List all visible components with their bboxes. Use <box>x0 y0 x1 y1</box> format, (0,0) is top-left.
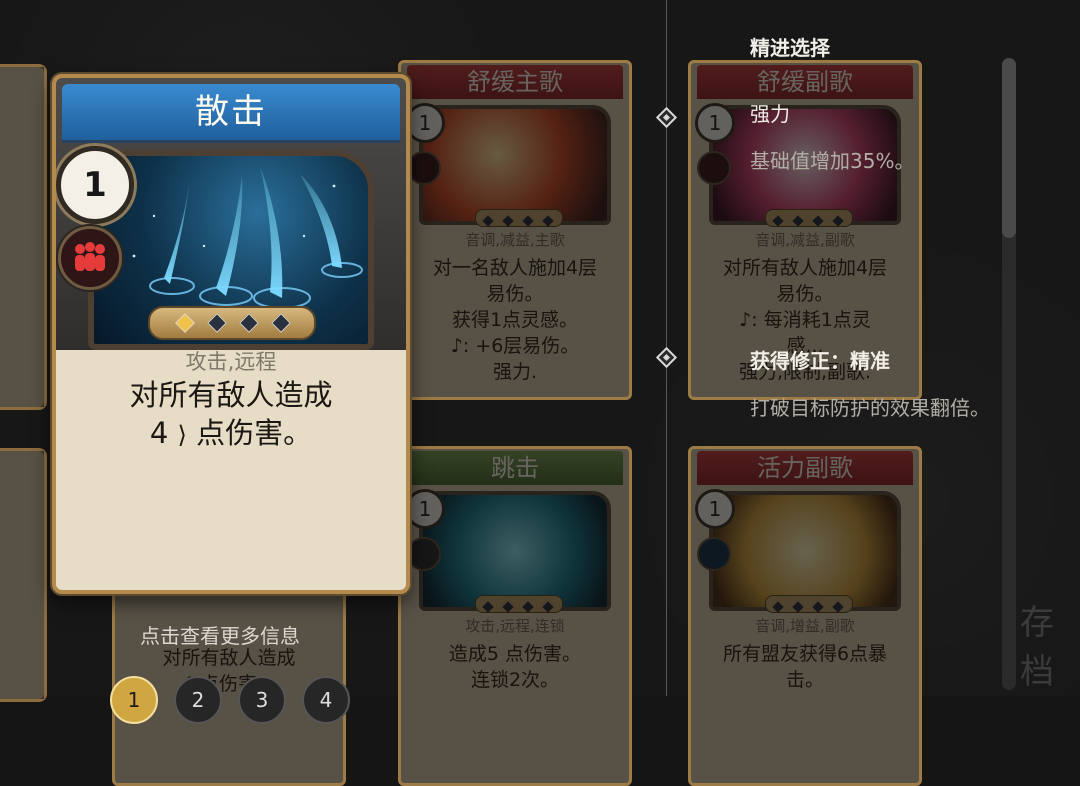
gem-icon <box>207 313 227 333</box>
gem-icon <box>522 215 534 227</box>
desc-line: 连锁2次。 <box>470 669 560 691</box>
card-cost: 1 <box>56 146 134 224</box>
card-gems <box>475 595 563 613</box>
upgrade-name: 强力 <box>750 102 790 126</box>
card-type: 音调,减益,主歌 <box>465 231 565 249</box>
card-art <box>419 491 611 611</box>
card-title: 舒缓主歌 <box>407 65 623 99</box>
multi-target-icon <box>407 537 441 571</box>
card-title: 跳击 <box>407 451 623 485</box>
desc-tail: 点伤害。 <box>196 416 313 450</box>
card-type: 音调,减益,副歌 <box>755 231 855 249</box>
upgrade-description: 基础值增加35%。 <box>750 149 915 173</box>
card-art <box>709 491 901 611</box>
card-cost: 1 <box>695 489 735 529</box>
all-enemies-target-icon <box>58 226 122 290</box>
gem-icon <box>482 601 494 613</box>
desc-line: 对所有敌人施加4层 <box>722 257 888 279</box>
gem-icon <box>239 313 259 333</box>
pager-item-4[interactable]: 4 <box>302 676 350 724</box>
card-title: 活力副歌 <box>697 451 913 485</box>
target-icon <box>407 151 441 185</box>
card-cost: 1 <box>695 103 735 143</box>
desc-line: 易伤。 <box>776 283 834 305</box>
desc-line: 对一名敌人施加4层 <box>432 257 598 279</box>
desc-line: 所有盟友获得6点暴 <box>722 643 888 665</box>
modifier-title: 获得修正：精准 <box>750 349 890 373</box>
card-description: 对一名敌人施加4层 易伤。 获得1点灵感。 ♪: +6层易伤。 强力. <box>411 255 619 385</box>
damage-value: 4 <box>149 416 169 450</box>
selected-card-scatter-shot[interactable]: 散击 1 攻击,远程 对所有敌人造成 4 ⟩ 点伤害。 <box>52 74 410 594</box>
desc-line: ♪: 每消耗1点灵 <box>739 309 871 331</box>
desc-line: 4 ⟩ 点伤害。 <box>86 414 376 454</box>
card-gems <box>765 595 853 613</box>
card-description: 所有盟友获得6点暴 击。 <box>701 641 909 693</box>
upgrade-gems <box>148 306 316 340</box>
pager-item-3[interactable]: 3 <box>238 676 286 724</box>
gem-icon <box>792 601 804 613</box>
dim-overlay <box>0 67 44 407</box>
card-art <box>419 105 611 225</box>
desc-line: 强力. <box>492 361 538 383</box>
hint-text: 点击查看更多信息 <box>140 624 300 648</box>
upgrade-pager: 1 2 3 4 <box>110 676 390 724</box>
card-title: 舒缓副歌 <box>697 65 913 99</box>
card-title: 散击 <box>62 84 400 143</box>
pager-item-1[interactable]: 1 <box>110 676 158 724</box>
target-icon <box>697 151 731 185</box>
gem-icon <box>772 601 784 613</box>
desc-line: 对所有敌人造成 <box>129 378 333 412</box>
gem-icon <box>542 215 554 227</box>
dim-overlay <box>0 451 44 699</box>
screen-title: 精进选择 <box>750 36 830 60</box>
card-gems <box>475 209 563 227</box>
gem-icon <box>812 601 824 613</box>
offscreen-card-left-bottom[interactable] <box>0 448 47 702</box>
gem-lit-icon <box>175 313 195 333</box>
card-description: 造成5 点伤害。 连锁2次。 <box>411 641 619 693</box>
gem-icon <box>792 215 804 227</box>
card-type: 攻击,远程,连锁 <box>465 617 565 635</box>
scrollbar[interactable] <box>1002 58 1016 690</box>
ally-icon <box>697 537 731 571</box>
desc-line: ♪: +6层易伤。 <box>450 335 580 357</box>
card-soothing-verse[interactable]: 舒缓主歌 1 音调,减益,主歌 对一名敌人施加4层 易伤。 获得1点灵感。 ♪:… <box>398 60 632 400</box>
gem-icon <box>542 601 554 613</box>
offscreen-label: 存档 <box>1020 603 1054 692</box>
modifier-description: 打破目标防护的效果翻倍。 <box>750 396 990 420</box>
desc-line: 造成5 点伤害。 <box>448 643 582 665</box>
gem-icon <box>502 215 514 227</box>
card-type: 音调,增益,副歌 <box>755 617 855 635</box>
gem-icon <box>482 215 494 227</box>
gem-icon <box>522 601 534 613</box>
gem-icon <box>832 215 844 227</box>
gem-icon <box>772 215 784 227</box>
scroll-thumb[interactable] <box>1002 58 1016 238</box>
desc-line: 击。 <box>785 669 824 691</box>
card-description: 对所有敌人造成 4 ⟩ 点伤害。 <box>86 376 376 454</box>
card-vigor-chorus[interactable]: 活力副歌 1 音调,增益,副歌 所有盟友获得6点暴 击。 <box>688 446 922 786</box>
card-bounce-strike[interactable]: 跳击 1 攻击,远程,连锁 造成5 点伤害。 连锁2次。 <box>398 446 632 786</box>
card-cost: 1 <box>405 489 445 529</box>
offscreen-card-left-top[interactable] <box>0 64 47 410</box>
gem-icon <box>502 601 514 613</box>
gem-icon <box>812 215 824 227</box>
desc-line: 获得1点灵感。 <box>451 309 579 331</box>
pager-item-2[interactable]: 2 <box>174 676 222 724</box>
card-type: 攻击,远程 <box>185 350 277 374</box>
gem-icon <box>832 601 844 613</box>
ranged-icon: ⟩ <box>177 421 187 449</box>
card-cost: 1 <box>405 103 445 143</box>
desc-line: 易伤。 <box>486 283 544 305</box>
card-gems <box>765 209 853 227</box>
gem-icon <box>271 313 291 333</box>
